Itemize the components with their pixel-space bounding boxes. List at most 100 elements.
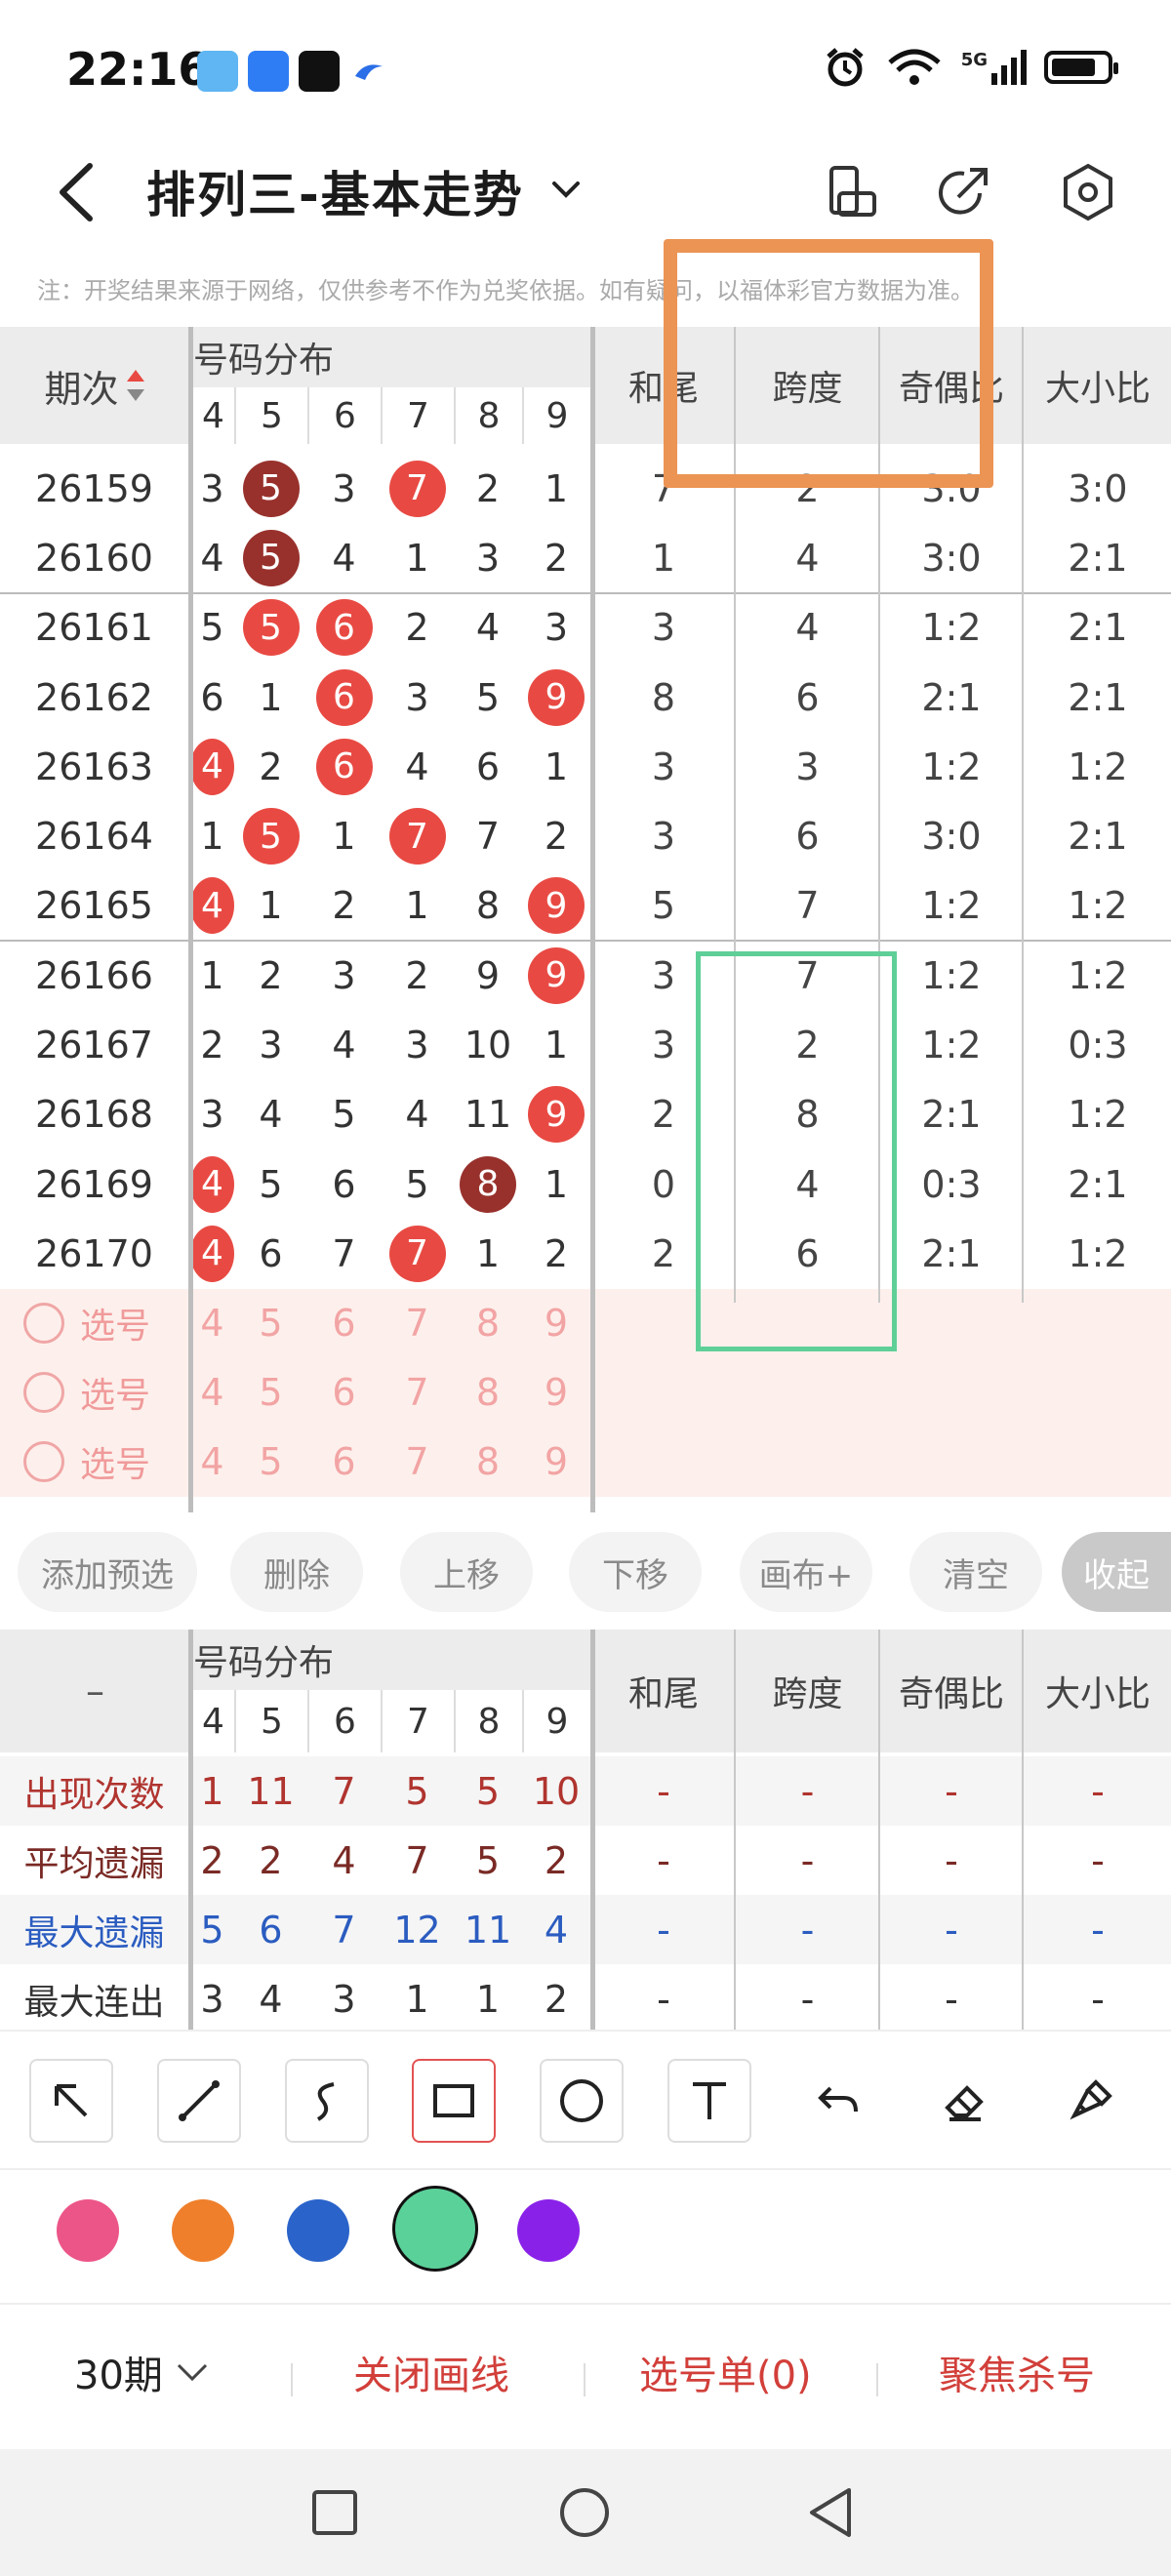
radio-circle-icon[interactable] xyxy=(23,1303,64,1345)
move-down-button[interactable]: 下移 xyxy=(569,1532,702,1612)
digit-cell: 10 xyxy=(454,1010,522,1079)
stats-dash: - xyxy=(800,1908,815,1952)
selection-row[interactable]: 选号 4 5 6 7 8 9 xyxy=(0,1428,1171,1497)
select-digit[interactable]: 7 xyxy=(381,1289,454,1358)
move-up-button[interactable]: 上移 xyxy=(400,1532,533,1612)
rectangle-tool[interactable] xyxy=(412,2059,496,2143)
color-swatch-green-selected[interactable] xyxy=(392,2186,478,2272)
orange-annotation-rect[interactable] xyxy=(664,239,993,488)
digit-column-header: 7 xyxy=(381,387,454,444)
brush-icon xyxy=(1070,2079,1112,2120)
table-row[interactable]: 26165 4 1 2 1 8 9 5 7 1:2 1:2 xyxy=(0,871,1171,941)
focus-kill-button[interactable]: 聚焦杀号 xyxy=(939,2344,1095,2400)
selection-list-button[interactable]: 选号单(0) xyxy=(639,2344,812,2400)
select-digit[interactable]: 6 xyxy=(307,1358,381,1428)
digit-value: 4 xyxy=(332,1024,356,1067)
period-column-header[interactable]: 期次 xyxy=(0,327,190,444)
table-row[interactable]: 26167 2 3 4 3 10 1 3 2 1:2 0:3 xyxy=(0,1010,1171,1079)
select-digit[interactable]: 8 xyxy=(454,1358,522,1428)
recent-apps-icon[interactable] xyxy=(310,2488,359,2537)
select-number-option[interactable]: 选号 xyxy=(23,1428,180,1497)
arrow-tool[interactable] xyxy=(29,2059,113,2143)
circle-tool[interactable] xyxy=(540,2059,624,2143)
digit-value: 4 xyxy=(332,536,356,580)
settings-icon[interactable] xyxy=(1054,158,1122,226)
select-digit[interactable]: 7 xyxy=(381,1358,454,1428)
share-icon[interactable] xyxy=(929,158,997,226)
digit-value: 11 xyxy=(464,1093,512,1137)
radio-circle-icon[interactable] xyxy=(23,1441,64,1483)
text-tool[interactable] xyxy=(667,2059,751,2143)
table-row[interactable]: 26166 1 2 3 2 9 9 3 7 1:2 1:2 xyxy=(0,941,1171,1010)
screen-rotate-icon[interactable] xyxy=(818,158,886,226)
select-digit[interactable]: 8 xyxy=(454,1428,522,1497)
table-row[interactable]: 26160 4 5 4 1 3 2 1 4 3:0 2:1 xyxy=(0,523,1171,592)
stats-row: 出现次数 1 11 7 5 5 10- - - - xyxy=(0,1756,1171,1826)
back-icon[interactable] xyxy=(49,158,107,226)
undo-tool[interactable] xyxy=(795,2059,879,2143)
status-bar: 22:16 5G xyxy=(0,0,1171,137)
stats-value: 4 xyxy=(544,1908,569,1952)
delete-button[interactable]: 删除 xyxy=(230,1532,363,1612)
table-row[interactable]: 26170 4 6 7 7 1 2 2 6 2:1 1:2 xyxy=(0,1219,1171,1288)
table-row[interactable]: 26168 3 4 5 4 11 9 2 8 2:1 1:2 xyxy=(0,1080,1171,1149)
digit-cell: 1 xyxy=(381,871,454,941)
back-nav-icon[interactable] xyxy=(806,2486,855,2539)
table-row[interactable]: 26161 5 5 6 2 4 3 3 4 1:2 2:1 xyxy=(0,593,1171,663)
select-digit[interactable]: 4 xyxy=(190,1289,234,1358)
select-number-option[interactable]: 选号 xyxy=(23,1289,180,1358)
stats-value: 3 xyxy=(332,1977,356,2021)
table-row[interactable]: 26159 3 5 3 7 2 1 7 2 3:0 3:0 xyxy=(0,454,1171,523)
digit-cell: 1 xyxy=(454,1219,522,1288)
select-number-option[interactable]: 选号 xyxy=(23,1358,180,1428)
selection-row[interactable]: 选号 4 5 6 7 8 9 xyxy=(0,1289,1171,1358)
stat-cell: 2:1 xyxy=(921,675,982,719)
eraser-tool[interactable] xyxy=(922,2059,1006,2143)
table-row[interactable]: 26169 4 5 6 5 8 1 0 4 0:3 2:1 xyxy=(0,1149,1171,1219)
clear-brush-tool[interactable] xyxy=(1049,2059,1133,2143)
stat-cell: 2:1 xyxy=(1068,1162,1128,1206)
home-icon[interactable] xyxy=(558,2486,611,2539)
select-digit[interactable]: 8 xyxy=(454,1289,522,1358)
clear-button[interactable]: 清空 xyxy=(909,1532,1042,1612)
select-digit[interactable]: 9 xyxy=(522,1289,590,1358)
select-digit[interactable]: 6 xyxy=(307,1428,381,1497)
collapse-button[interactable]: 收起 xyxy=(1062,1532,1171,1612)
stat-cell: 7 xyxy=(795,884,820,928)
select-digit[interactable]: 6 xyxy=(307,1289,381,1358)
line-tool[interactable] xyxy=(157,2059,241,2143)
column-header: 奇偶比 xyxy=(898,1674,1004,1714)
select-digit[interactable]: 7 xyxy=(381,1428,454,1497)
add-preselect-button[interactable]: 添加预选 xyxy=(18,1532,197,1612)
radio-circle-icon[interactable] xyxy=(23,1372,64,1414)
select-digit[interactable]: 4 xyxy=(190,1358,234,1428)
digit-cell: 1 xyxy=(522,1149,590,1219)
table-row[interactable]: 26164 1 5 1 7 7 2 3 6 3:0 2:1 xyxy=(0,802,1171,871)
digit-value: 2 xyxy=(405,953,429,997)
select-digit[interactable]: 9 xyxy=(522,1428,590,1497)
digit-value: 7 xyxy=(332,1231,356,1275)
stat-cell: 3:0 xyxy=(921,536,982,580)
page-title[interactable]: 排列三-基本走势 xyxy=(146,156,524,226)
table-row[interactable]: 26163 4 2 6 4 6 1 3 3 1:2 1:2 xyxy=(0,732,1171,801)
chevron-down-icon[interactable] xyxy=(546,170,586,209)
select-digit[interactable]: 5 xyxy=(234,1289,307,1358)
green-annotation-rect[interactable] xyxy=(696,951,897,1351)
digit-value: 5 xyxy=(405,1162,429,1206)
select-digit[interactable]: 9 xyxy=(522,1358,590,1428)
color-swatch-blue[interactable] xyxy=(287,2199,349,2262)
select-digit[interactable]: 4 xyxy=(190,1428,234,1497)
selection-row[interactable]: 选号 4 5 6 7 8 9 xyxy=(0,1358,1171,1428)
table-row[interactable]: 26162 6 1 6 3 5 9 8 6 2:1 2:1 xyxy=(0,663,1171,732)
select-digit[interactable]: 5 xyxy=(234,1358,307,1428)
period-selector[interactable]: 30期 xyxy=(74,2344,212,2400)
close-drawing-button[interactable]: 关闭画线 xyxy=(353,2344,509,2400)
color-swatch-orange[interactable] xyxy=(172,2199,234,2262)
freehand-tool[interactable] xyxy=(285,2059,369,2143)
canvas-plus-button[interactable]: 画布+ xyxy=(740,1532,872,1612)
digit-cell: 3 xyxy=(522,593,590,663)
select-digit[interactable]: 5 xyxy=(234,1428,307,1497)
color-swatch-pink[interactable] xyxy=(57,2199,119,2262)
color-swatch-purple[interactable] xyxy=(517,2199,580,2262)
sort-icon[interactable] xyxy=(125,366,146,405)
